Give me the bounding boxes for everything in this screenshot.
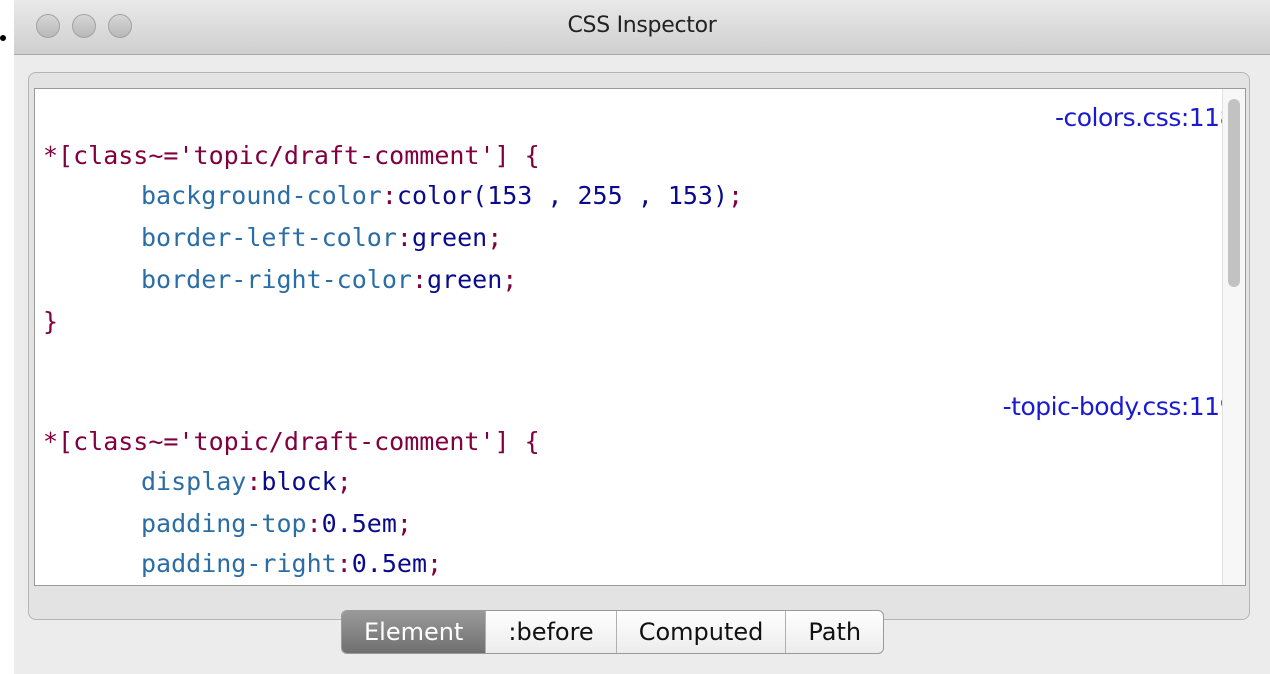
rule-open-brace: { (524, 427, 540, 456)
rule-source-link[interactable]: -colors.css:118 (1055, 103, 1236, 132)
window-title: CSS Inspector (567, 13, 717, 38)
declaration-value: green (427, 265, 503, 294)
tab-computed[interactable]: Computed (617, 611, 787, 653)
declaration-property: display (141, 467, 247, 496)
tab-path[interactable]: Path (786, 611, 883, 653)
declaration-property: padding-top (141, 509, 307, 538)
inspector-tab-bar: Element :before Computed Path (341, 610, 885, 654)
rule-selector-line: *[class~='topic/draft-comment'] { (43, 141, 540, 171)
stray-dot (0, 35, 6, 41)
rule-selector-line: *[class~='topic/draft-comment'] { (43, 427, 540, 457)
declaration-property: padding-right (141, 549, 337, 578)
declaration-line: padding-right:0.5em; (141, 549, 443, 578)
declaration-line: background-color:color(153 , 255 , 153); (141, 181, 744, 210)
scrollbar-thumb[interactable] (1228, 99, 1240, 287)
vertical-scrollbar[interactable] (1222, 89, 1245, 585)
declaration-property: border-right-color (141, 265, 412, 294)
tab-element[interactable]: Element (342, 611, 487, 653)
rule-selector: *[class~='topic/draft-comment'] (43, 141, 510, 170)
declaration-line: border-right-color:green; (141, 265, 518, 294)
declaration-property: background-color (141, 181, 382, 210)
declaration-value: 0.5em (351, 549, 427, 578)
rule-source-link[interactable]: -topic-body.css:119 (1003, 392, 1236, 421)
declaration-line: padding-top:0.5em; (141, 509, 412, 538)
rule-selector: *[class~='topic/draft-comment'] (43, 427, 510, 456)
declaration-value: color(153 , 255 , 153) (396, 181, 729, 210)
rule-close-brace: } (43, 307, 59, 336)
declaration-value: green (411, 223, 488, 252)
declaration-value: 0.5em (321, 509, 397, 538)
declaration-value: block (261, 467, 337, 496)
declaration-line: display:block; (141, 467, 352, 496)
declaration-property: border-left-color (141, 223, 397, 252)
title-bar[interactable]: CSS Inspector (14, 0, 1270, 55)
declaration-line: border-left-color:green; (141, 223, 503, 252)
css-inspector-window: CSS Inspector -colors.css:118 *[class~='… (14, 0, 1270, 674)
tab-before[interactable]: :before (486, 611, 617, 653)
rule-open-brace: { (524, 141, 540, 170)
css-rules-view[interactable]: -colors.css:118 *[class~='topic/draft-co… (34, 88, 1246, 586)
